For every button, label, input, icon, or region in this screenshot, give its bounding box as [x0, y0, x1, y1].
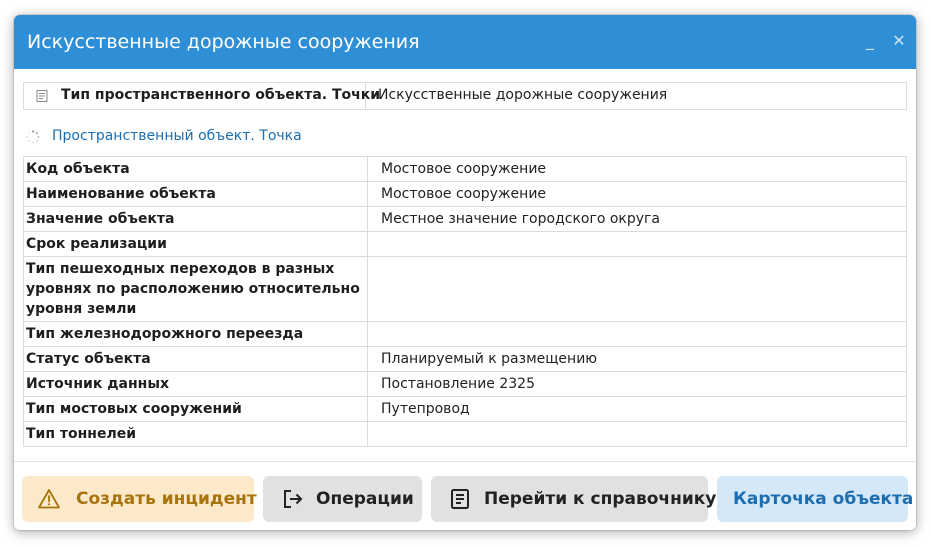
attribute-value: Путепровод — [367, 396, 907, 422]
object-card-button[interactable]: Карточка объекта — [717, 476, 913, 522]
attribute-key: Тип пешеходных переходов в разных уровня… — [23, 256, 368, 322]
attribute-key: Статус объекта — [23, 346, 368, 372]
dialog-title: Искусственные дорожные сооружения — [27, 31, 420, 53]
attribute-value: Планируемый к размещению — [367, 346, 907, 372]
attribute-value — [367, 321, 907, 347]
dialog-footer: Создать инцидент Операции Перейти к спра… — [14, 462, 916, 530]
attribute-row: Наименование объекта Мостовое сооружение — [23, 181, 907, 207]
object-type-row: Тип пространственного объекта. Точки Иск… — [23, 82, 907, 110]
attribute-key: Тип тоннелей — [23, 421, 368, 447]
attribute-key: Источник данных — [23, 371, 368, 397]
attribute-key: Тип мостовых сооружений — [23, 396, 368, 422]
attribute-row: Источник данных Постановление 2325 — [23, 371, 907, 397]
attribute-row: Тип пешеходных переходов в разных уровня… — [23, 256, 907, 322]
object-type-label-cell: Тип пространственного объекта. Точки — [24, 83, 380, 109]
attribute-value: Мостовое сооружение — [367, 156, 907, 182]
attribute-row: Срок реализации — [23, 231, 907, 257]
object-type-label: Тип пространственного объекта. Точки — [61, 87, 381, 103]
attribute-row: Тип мостовых сооружений Путепровод — [23, 396, 907, 422]
object-card-label: Карточка объекта — [733, 489, 914, 509]
go-to-reference-button[interactable]: Перейти к справочнику — [431, 476, 716, 522]
attribute-row: Статус объекта Планируемый к размещению — [23, 346, 907, 372]
operations-button[interactable]: Операции — [263, 476, 422, 522]
exit-arrow-icon — [284, 490, 303, 508]
document-icon — [36, 90, 48, 102]
spatial-object-link[interactable]: Пространственный объект. Точка — [52, 128, 302, 144]
create-incident-button[interactable]: Создать инцидент — [22, 476, 257, 522]
attribute-value — [367, 231, 907, 257]
attribute-key: Код объекта — [23, 156, 368, 182]
create-incident-label: Создать инцидент — [76, 489, 257, 509]
attribute-value — [367, 256, 907, 322]
dialog-content: Тип пространственного объекта. Точки Иск… — [14, 69, 916, 462]
attribute-value: Местное значение городского округа — [367, 206, 907, 232]
document-list-icon — [451, 489, 469, 509]
go-to-reference-label: Перейти к справочнику — [484, 489, 717, 509]
warning-triangle-icon — [38, 489, 60, 509]
attribute-key: Значение объекта — [23, 206, 368, 232]
attribute-row: Код объекта Мостовое сооружение — [23, 156, 907, 182]
attribute-row: Тип железнодорожного переезда — [23, 321, 907, 347]
attribute-value: Постановление 2325 — [367, 371, 907, 397]
attribute-value — [367, 421, 907, 447]
object-type-value: Искусственные дорожные сооружения — [378, 87, 668, 103]
close-button[interactable]: ✕ — [890, 31, 908, 51]
attribute-key: Срок реализации — [23, 231, 368, 257]
loading-spinner-icon — [26, 130, 40, 144]
attributes-table: Код объекта Мостовое сооружение Наименован… — [23, 156, 907, 447]
attribute-row: Тип тоннелей — [23, 421, 907, 447]
attribute-value: Мостовое сооружение — [367, 181, 907, 207]
operations-label: Операции — [316, 489, 414, 509]
minimize-button[interactable]: _ — [861, 31, 879, 51]
attribute-key: Наименование объекта — [23, 181, 368, 207]
dialog-titlebar: Искусственные дорожные сооружения _ ✕ — [14, 15, 916, 69]
attribute-key: Тип железнодорожного переезда — [23, 321, 368, 347]
object-dialog: Искусственные дорожные сооружения _ ✕ Ти… — [14, 15, 916, 530]
attribute-row: Значение объекта Местное значение городск… — [23, 206, 907, 232]
